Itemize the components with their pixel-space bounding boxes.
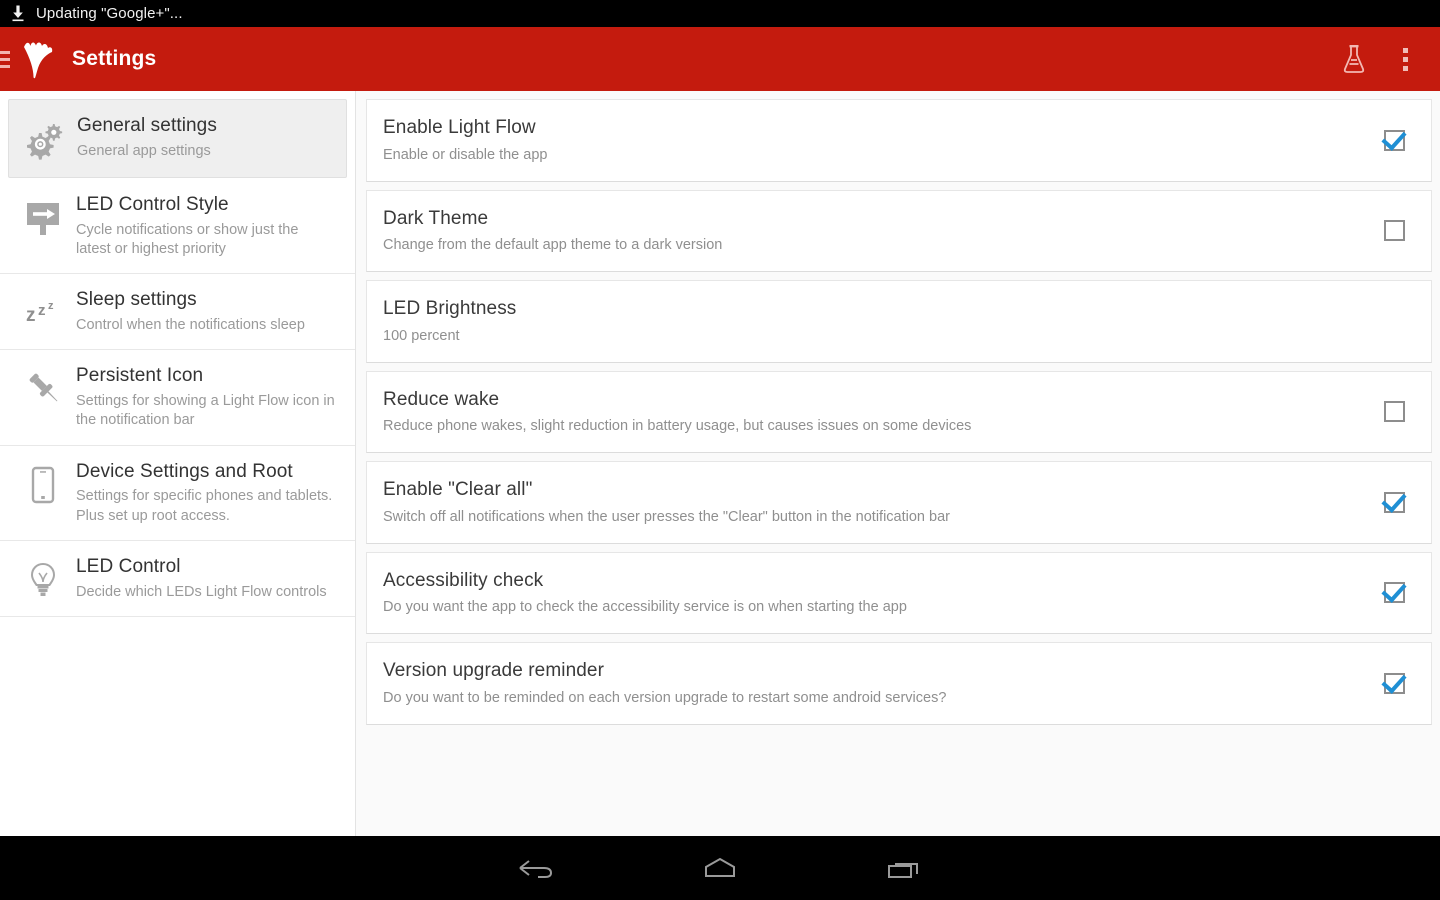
sidebar-item-led-control-style[interactable]: LED Control Style Cycle notifications or… bbox=[0, 179, 355, 275]
pref-subtitle: Do you want the app to check the accessi… bbox=[383, 599, 907, 616]
pref-text: Enable "Clear all" Switch off all notifi… bbox=[383, 478, 1366, 527]
pref-row-version-upgrade-reminder[interactable]: Version upgrade reminder Do you want to … bbox=[366, 642, 1432, 725]
app-bar: Settings bbox=[0, 27, 1440, 91]
pref-title: LED Brightness bbox=[383, 298, 517, 320]
sidebar-item-general-settings[interactable]: General settings General app settings bbox=[8, 99, 347, 179]
checkbox-accessibility-check[interactable] bbox=[1384, 582, 1405, 604]
overflow-menu-icon[interactable] bbox=[1397, 44, 1414, 75]
checkbox-reduce-wake[interactable] bbox=[1384, 401, 1405, 423]
gears-icon bbox=[11, 114, 77, 161]
sidebar-item-text: LED Control Decide which LEDs Light Flow… bbox=[76, 555, 341, 602]
sidebar-item-subtitle: Cycle notifications or show just the lat… bbox=[76, 221, 299, 258]
checkbox-enable-light-flow[interactable] bbox=[1384, 129, 1405, 151]
svg-text:z: z bbox=[48, 300, 54, 312]
checkbox-enable-clear-all[interactable] bbox=[1384, 491, 1405, 513]
svg-text:z: z bbox=[26, 305, 36, 326]
sleep-zzz-icon: z z z bbox=[10, 288, 76, 335]
pref-text: Dark Theme Change from the default app t… bbox=[383, 207, 1366, 256]
pref-text: LED Brightness 100 percent bbox=[383, 297, 1405, 346]
status-bar-text: Updating "Google+"... bbox=[36, 5, 183, 22]
sidebar-item-title: LED Control bbox=[76, 556, 181, 577]
checkbox-dark-theme[interactable] bbox=[1384, 220, 1405, 242]
pref-title: Enable Light Flow bbox=[383, 117, 536, 138]
pref-row-dark-theme[interactable]: Dark Theme Change from the default app t… bbox=[366, 189, 1432, 273]
sidebar: General settings General app settings LE… bbox=[0, 91, 356, 836]
svg-text:z: z bbox=[38, 302, 46, 319]
sidebar-item-title: Sleep settings bbox=[76, 289, 197, 311]
pref-title: Dark Theme bbox=[383, 207, 489, 229]
pref-text: Version upgrade reminder Do you want to … bbox=[383, 659, 1366, 708]
light-flow-logo bbox=[16, 37, 60, 81]
pref-title: Reduce wake bbox=[383, 388, 500, 410]
sidebar-item-title: General settings bbox=[77, 115, 217, 136]
sidebar-item-subtitle: General app settings bbox=[77, 142, 211, 159]
sidebar-item-text: Persistent Icon Settings for showing a L… bbox=[76, 364, 341, 430]
page-title: Settings bbox=[72, 47, 157, 70]
sidebar-item-title: Device Settings and Root bbox=[76, 460, 293, 482]
pref-row-enable-clear-all[interactable]: Enable "Clear all" Switch off all notifi… bbox=[366, 461, 1432, 544]
pref-subtitle: Switch off all notifications when the us… bbox=[383, 508, 950, 525]
signpost-arrow-icon bbox=[10, 193, 76, 259]
lightbulb-icon bbox=[10, 555, 76, 602]
sidebar-item-subtitle: Decide which LEDs Light Flow controls bbox=[76, 583, 327, 600]
app-bar-actions bbox=[1341, 44, 1440, 75]
back-icon[interactable] bbox=[514, 853, 558, 883]
sidebar-item-subtitle: Settings for specific phones and tablets… bbox=[76, 488, 333, 524]
content-area: General settings General app settings LE… bbox=[0, 91, 1440, 836]
sidebar-item-led-control[interactable]: LED Control Decide which LEDs Light Flow… bbox=[0, 541, 355, 618]
sidebar-item-title: LED Control Style bbox=[76, 194, 229, 216]
preferences-list: Enable Light Flow Enable or disable the … bbox=[356, 91, 1440, 836]
pref-title: Enable "Clear all" bbox=[383, 479, 533, 501]
checkbox-version-upgrade-reminder[interactable] bbox=[1384, 672, 1405, 694]
home-icon[interactable] bbox=[698, 853, 742, 883]
sidebar-item-text: LED Control Style Cycle notifications or… bbox=[76, 193, 341, 259]
pref-row-enable-light-flow[interactable]: Enable Light Flow Enable or disable the … bbox=[366, 99, 1432, 182]
sidebar-item-text: Device Settings and Root Settings for sp… bbox=[76, 460, 341, 526]
pref-subtitle: Reduce phone wakes, slight reduction in … bbox=[383, 418, 972, 435]
flask-icon[interactable] bbox=[1341, 44, 1367, 74]
pref-text: Enable Light Flow Enable or disable the … bbox=[383, 116, 1366, 165]
android-navigation-bar bbox=[0, 836, 1440, 900]
pref-text: Accessibility check Do you want the app … bbox=[383, 569, 1366, 618]
sidebar-item-subtitle: Settings for showing a Light Flow icon i… bbox=[76, 393, 335, 429]
sidebar-item-sleep-settings[interactable]: z z z Sleep settings Control when the no… bbox=[0, 274, 355, 351]
pref-subtitle: Change from the default app theme to a d… bbox=[383, 237, 723, 254]
sidebar-item-device-settings-and-root[interactable]: Device Settings and Root Settings for sp… bbox=[0, 446, 355, 541]
pref-text: Reduce wake Reduce phone wakes, slight r… bbox=[383, 388, 1366, 437]
sidebar-item-text: Sleep settings Control when the notifica… bbox=[76, 288, 341, 335]
pref-subtitle: Enable or disable the app bbox=[383, 146, 548, 163]
pref-row-led-brightness[interactable]: LED Brightness 100 percent bbox=[366, 280, 1432, 363]
pref-subtitle: Do you want to be reminded on each versi… bbox=[383, 689, 947, 706]
pref-title: Version upgrade reminder bbox=[383, 660, 605, 682]
pref-title: Accessibility check bbox=[383, 569, 544, 591]
sidebar-item-title: Persistent Icon bbox=[76, 365, 204, 387]
sidebar-item-persistent-icon[interactable]: Persistent Icon Settings for showing a L… bbox=[0, 350, 355, 446]
pref-subtitle: 100 percent bbox=[383, 327, 460, 344]
recents-icon[interactable] bbox=[882, 853, 926, 883]
sidebar-item-text: General settings General app settings bbox=[77, 114, 332, 161]
phone-icon bbox=[10, 460, 76, 526]
sidebar-item-subtitle: Control when the notifications sleep bbox=[76, 317, 305, 334]
hamburger-icon[interactable] bbox=[0, 50, 10, 68]
pushpin-icon bbox=[10, 364, 76, 430]
pref-row-reduce-wake[interactable]: Reduce wake Reduce phone wakes, slight r… bbox=[366, 370, 1432, 454]
download-icon bbox=[10, 5, 26, 22]
status-bar: Updating "Google+"... bbox=[0, 0, 1440, 27]
pref-row-accessibility-check[interactable]: Accessibility check Do you want the app … bbox=[366, 551, 1432, 635]
